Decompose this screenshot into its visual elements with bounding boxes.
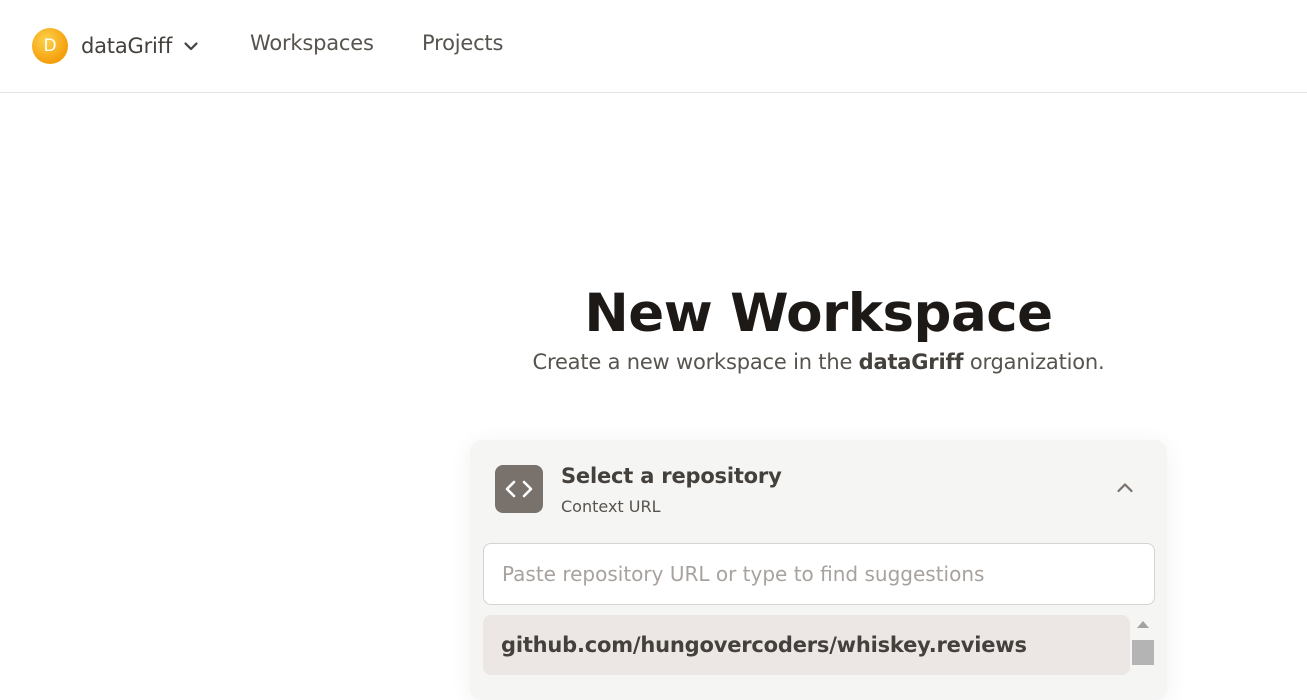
- scrollbar-thumb[interactable]: [1132, 640, 1154, 665]
- subtitle-suffix: organization.: [963, 350, 1105, 374]
- scroll-up-arrow-icon[interactable]: [1137, 621, 1149, 628]
- code-brackets-icon: [495, 465, 543, 513]
- org-avatar: D: [32, 28, 68, 64]
- chevron-down-icon: [182, 37, 200, 55]
- nav-link-workspaces[interactable]: Workspaces: [250, 31, 374, 55]
- page-subtitle: Create a new workspace in the dataGriff …: [470, 350, 1167, 374]
- repository-selector-subtitle: Context URL: [561, 497, 661, 516]
- repository-selector-title: Select a repository: [561, 464, 782, 488]
- subtitle-org-name: dataGriff: [858, 350, 964, 374]
- org-name: dataGriff: [81, 34, 173, 58]
- chevron-up-icon: [1115, 478, 1135, 498]
- org-switcher[interactable]: D dataGriff: [32, 28, 200, 64]
- suggestions-scrollbar[interactable]: [1131, 615, 1155, 700]
- repository-selector-card: Select a repository Context URL github.c…: [470, 440, 1167, 700]
- collapse-toggle[interactable]: [1113, 476, 1137, 500]
- repository-suggestion-item[interactable]: github.com/hungovercoders/whiskey.review…: [483, 615, 1130, 675]
- page-title: New Workspace: [584, 283, 1053, 344]
- top-navigation-bar: D dataGriff Workspaces Projects: [0, 0, 1307, 93]
- subtitle-prefix: Create a new workspace in the: [532, 350, 859, 374]
- nav-link-projects[interactable]: Projects: [422, 31, 503, 55]
- repository-search-input[interactable]: [483, 543, 1155, 605]
